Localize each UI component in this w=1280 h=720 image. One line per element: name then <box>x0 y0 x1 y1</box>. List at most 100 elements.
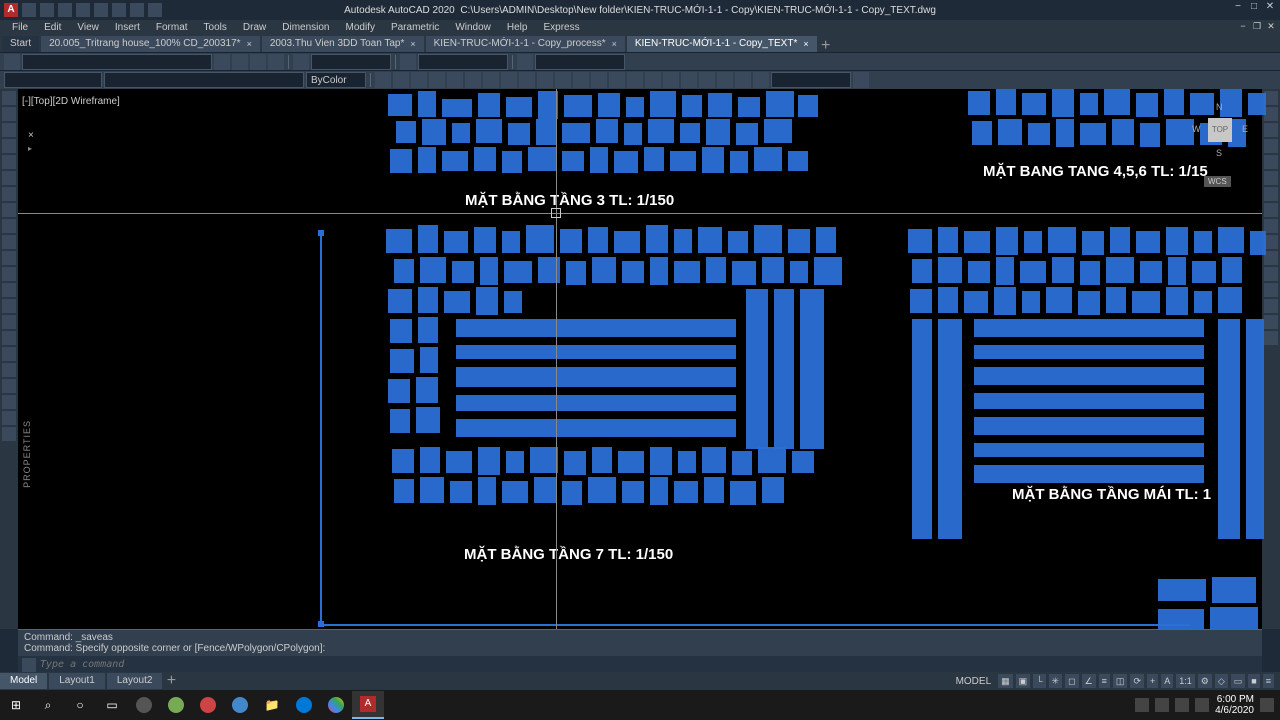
status-clean-icon[interactable]: ▭ <box>1231 674 1246 688</box>
linetype-dropdown[interactable] <box>104 72 304 88</box>
textstyle-dropdown[interactable] <box>311 54 391 70</box>
qat-save-icon[interactable] <box>58 3 72 17</box>
mod-icon[interactable] <box>465 72 481 88</box>
viewcube[interactable]: N S W E TOP WCS <box>1190 100 1250 160</box>
selected-line[interactable] <box>320 624 1190 626</box>
table-icon[interactable] <box>517 54 533 70</box>
tab-close-icon[interactable]: × <box>612 36 617 52</box>
layer-icon-1[interactable] <box>214 54 230 70</box>
arc-icon[interactable] <box>2 139 16 153</box>
status-cycle-icon[interactable]: ⟳ <box>1130 674 1144 688</box>
tray-vol-icon[interactable] <box>1175 698 1189 712</box>
mod-icon[interactable] <box>681 72 697 88</box>
menu-help[interactable]: Help <box>499 20 536 35</box>
app-icon[interactable] <box>128 691 160 719</box>
style-tool-icon[interactable] <box>2 411 16 425</box>
palette-close-icon[interactable]: × <box>28 130 34 141</box>
mod-icon[interactable] <box>537 72 553 88</box>
layout-tab-2[interactable]: Layout2 <box>107 673 163 689</box>
viewcube-top[interactable]: TOP <box>1208 118 1232 142</box>
grip-icon[interactable] <box>318 621 324 627</box>
status-lwt-icon[interactable]: ≡ <box>1099 674 1110 688</box>
tab-add-button[interactable]: + <box>819 37 833 51</box>
status-iso-icon[interactable]: ◇ <box>1215 674 1228 688</box>
menu-insert[interactable]: Insert <box>107 20 148 35</box>
mod-icon[interactable] <box>447 72 463 88</box>
dim-tool-icon[interactable] <box>2 379 16 393</box>
tray-lang-icon[interactable] <box>1195 698 1209 712</box>
properties-palette-label[interactable]: PROPERTIES <box>22 420 32 488</box>
viewcube-east[interactable]: E <box>1242 124 1248 134</box>
style-icon[interactable] <box>293 54 309 70</box>
cortana-icon[interactable]: ○ <box>64 691 96 719</box>
leader-icon[interactable] <box>2 395 16 409</box>
status-snap-icon[interactable]: ▣ <box>1016 674 1031 688</box>
point-icon[interactable] <box>2 219 16 233</box>
viewcube-south[interactable]: S <box>1216 148 1222 158</box>
status-polar-icon[interactable]: ✳ <box>1049 674 1063 688</box>
layout-tab-1[interactable]: Layout1 <box>49 673 105 689</box>
mod-icon[interactable] <box>645 72 661 88</box>
layer-prop-icon[interactable] <box>4 54 20 70</box>
mod-icon[interactable] <box>663 72 679 88</box>
clock[interactable]: 6:00 PM 4/6/2020 <box>1215 694 1254 716</box>
tablestyle-dropdown[interactable] <box>535 54 625 70</box>
mod-icon[interactable] <box>501 72 517 88</box>
region-icon[interactable] <box>2 299 16 313</box>
app-icon[interactable] <box>224 691 256 719</box>
mod-icon[interactable] <box>753 72 769 88</box>
mod-icon[interactable] <box>573 72 589 88</box>
taskview-icon[interactable]: ▭ <box>96 691 128 719</box>
menu-tools[interactable]: Tools <box>196 20 235 35</box>
donut-icon[interactable] <box>2 363 16 377</box>
minimize-button[interactable]: − <box>1230 0 1246 16</box>
qat-undo-icon[interactable] <box>112 3 126 17</box>
qat-new-icon[interactable] <box>22 3 36 17</box>
mdi-restore[interactable]: ❐ <box>1250 20 1264 34</box>
mleader-icon[interactable] <box>2 427 16 441</box>
status-menu-icon[interactable]: ≡ <box>1263 674 1274 688</box>
menu-edit[interactable]: Edit <box>36 20 69 35</box>
menu-express[interactable]: Express <box>535 20 587 35</box>
layer-icon-3[interactable] <box>250 54 266 70</box>
layer-icon-4[interactable] <box>268 54 284 70</box>
tab-doc-4[interactable]: KIEN-TRUC-MỚI-1-1 - Copy_TEXT*× <box>627 36 817 52</box>
tab-doc-2[interactable]: 2003.Thu Vien 3DD Toan Tap*× <box>262 36 424 52</box>
menu-file[interactable]: File <box>4 20 36 35</box>
search-icon[interactable]: ⌕ <box>32 691 64 719</box>
status-scale-label[interactable]: 1:1 <box>1176 674 1195 688</box>
mod-icon[interactable] <box>699 72 715 88</box>
circle-icon[interactable] <box>2 123 16 137</box>
mdi-close[interactable]: ✕ <box>1264 20 1278 34</box>
tab-close-icon[interactable]: × <box>247 36 252 52</box>
mod-icon[interactable] <box>393 72 409 88</box>
dimstyle-dropdown[interactable] <box>418 54 508 70</box>
mod-icon[interactable] <box>735 72 751 88</box>
close-button[interactable]: ✕ <box>1262 0 1278 16</box>
mtext-icon[interactable] <box>2 267 16 281</box>
app-icon[interactable] <box>192 691 224 719</box>
hatch-icon[interactable] <box>2 187 16 201</box>
app-icon[interactable]: A <box>4 3 18 17</box>
menu-dimension[interactable]: Dimension <box>274 20 337 35</box>
command-icon[interactable] <box>22 658 36 672</box>
tab-start[interactable]: Start <box>2 36 39 52</box>
text-icon[interactable] <box>2 251 16 265</box>
start-button[interactable]: ⊞ <box>0 691 32 719</box>
layout-add-button[interactable]: + <box>164 672 178 690</box>
status-ortho-icon[interactable]: └ <box>1033 674 1045 688</box>
status-trans-icon[interactable]: ◫ <box>1113 674 1128 688</box>
menu-window[interactable]: Window <box>447 20 499 35</box>
qat-saveas-icon[interactable] <box>76 3 90 17</box>
line-icon[interactable] <box>2 91 16 105</box>
status-otrack-icon[interactable]: ∠ <box>1082 674 1096 688</box>
status-grid-icon[interactable]: ▦ <box>998 674 1013 688</box>
tray-up-icon[interactable] <box>1135 698 1149 712</box>
status-model-label[interactable]: MODEL <box>952 676 996 687</box>
autocad-icon[interactable]: A <box>352 691 384 719</box>
layer-icon-2[interactable] <box>232 54 248 70</box>
edge-icon[interactable] <box>288 691 320 719</box>
boundary-icon[interactable] <box>2 331 16 345</box>
rect-icon[interactable] <box>2 155 16 169</box>
tab-doc-3[interactable]: KIEN-TRUC-MỚI-1-1 - Copy_process*× <box>426 36 625 52</box>
